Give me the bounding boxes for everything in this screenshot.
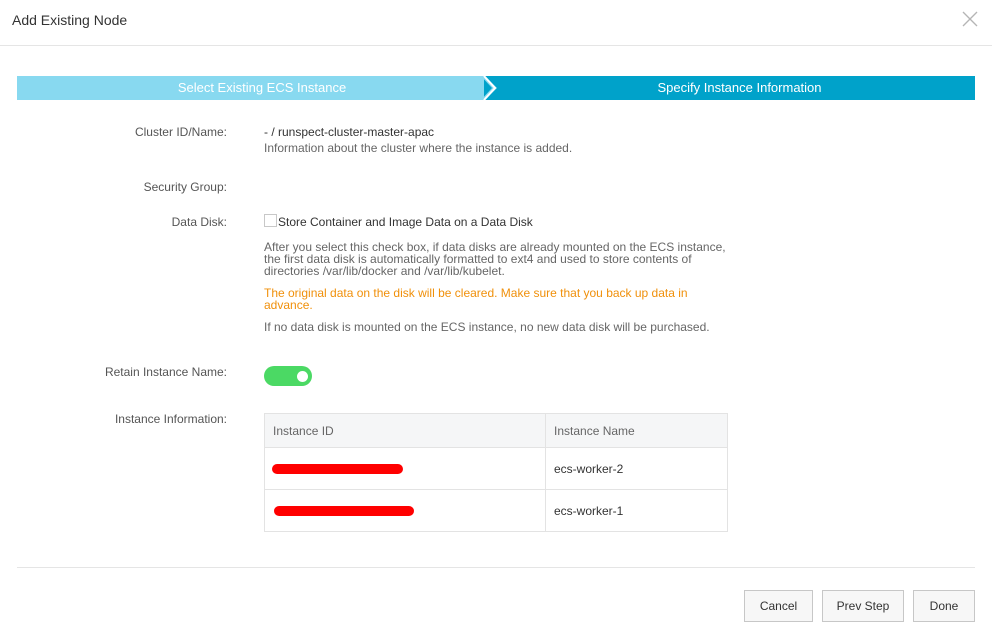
toggle-knob: [297, 371, 308, 382]
data-disk-warning-2: advance.: [264, 298, 313, 312]
step-specify-info: Specify Instance Information: [484, 76, 975, 100]
instance-table: Instance ID Instance Name ecs-worker-2 e…: [264, 413, 728, 532]
close-icon[interactable]: [960, 9, 980, 29]
data-disk-checkbox-label[interactable]: Store Container and Image Data on a Data…: [278, 215, 533, 229]
data-disk-warning-1: The original data on the disk will be cl…: [264, 286, 688, 300]
redaction-mark: [274, 506, 414, 517]
cluster-value: - / runspect-cluster-master-apac: [264, 125, 435, 139]
instance-name-cell: ecs-worker-2: [545, 447, 728, 490]
data-disk-checkbox[interactable]: [264, 214, 277, 227]
cluster-description: Information about the cluster where the …: [264, 141, 573, 155]
table-row: ecs-worker-1: [264, 489, 728, 532]
step-progress: Select Existing ECS Instance Specify Ins…: [17, 76, 975, 100]
instance-id-cell: [264, 447, 546, 490]
prev-step-button[interactable]: Prev Step: [822, 590, 904, 622]
column-instance-name: Instance Name: [545, 413, 728, 448]
cluster-label: Cluster ID/Name:: [134, 125, 227, 139]
redaction-mark: [272, 464, 403, 475]
data-disk-note: If no data disk is mounted on the ECS in…: [264, 320, 710, 334]
data-disk-help-3: directories /var/lib/docker and /var/lib…: [264, 264, 505, 278]
cancel-button[interactable]: Cancel: [744, 590, 813, 622]
dialog-header: Add Existing Node: [0, 0, 992, 46]
retain-name-label: Retain Instance Name:: [104, 365, 227, 379]
step-arrow-icon: [481, 76, 497, 100]
table-row: ecs-worker-2: [264, 447, 728, 490]
instance-name-cell: ecs-worker-1: [545, 489, 728, 532]
retain-name-toggle[interactable]: [264, 366, 312, 386]
security-group-label: Security Group:: [143, 180, 227, 194]
table-header-row: Instance ID Instance Name: [264, 413, 728, 448]
footer-divider: [17, 567, 975, 568]
data-disk-label: Data Disk:: [171, 215, 227, 229]
dialog-title: Add Existing Node: [12, 12, 128, 28]
instance-id-cell: [264, 489, 546, 532]
column-instance-id: Instance ID: [264, 413, 546, 448]
step-select-instance: Select Existing ECS Instance: [17, 76, 507, 100]
done-button[interactable]: Done: [913, 590, 975, 622]
instance-info-label: Instance Information:: [114, 412, 227, 426]
